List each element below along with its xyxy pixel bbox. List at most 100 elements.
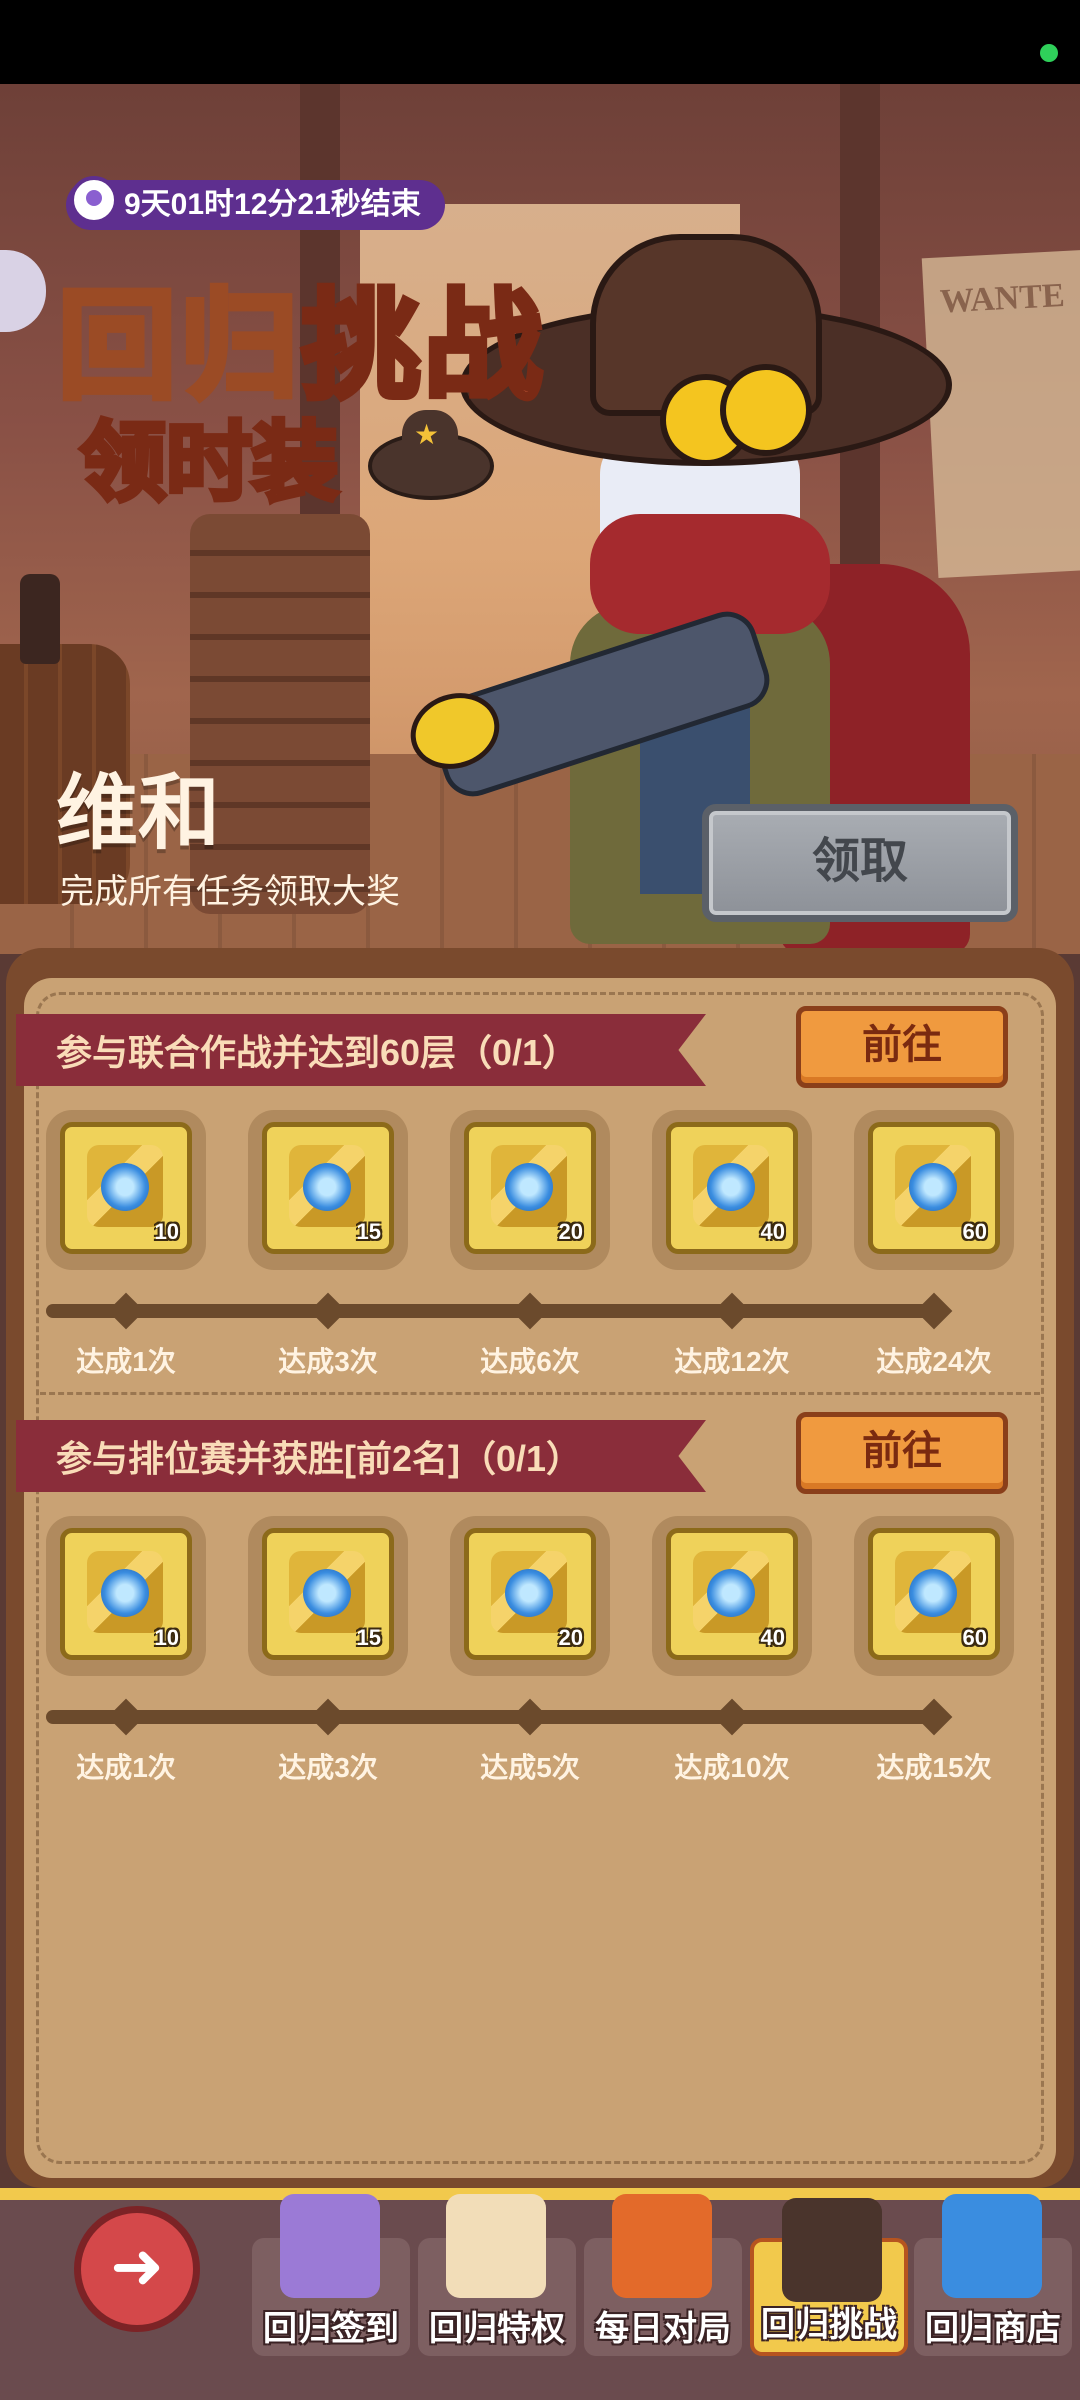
- reward-item: 10: [60, 1122, 192, 1254]
- reward-slot[interactable]: 20: [450, 1110, 610, 1270]
- task-card: 参与排位赛并获胜[前2名]（0/1） 前往 10 15 20 40 60 达成1…: [0, 1412, 1080, 1800]
- milestone-label: 达成3次: [278, 1752, 378, 1783]
- nav-item-label: 回归商店: [925, 2310, 1061, 2348]
- progress-node: [713, 1698, 751, 1736]
- progress-track: [46, 1710, 946, 1724]
- crystal-chest-icon: [289, 1551, 365, 1633]
- reward-quantity: 10: [154, 1219, 179, 1244]
- privilege-chest-icon: [446, 2194, 546, 2298]
- crystal-chest-icon: [693, 1551, 769, 1633]
- crystal-chest-icon: [491, 1145, 567, 1227]
- checkin-notebook-icon: [280, 2194, 380, 2298]
- progress-node: [915, 1292, 953, 1330]
- nav-item-daily-match[interactable]: 每日对局: [584, 2194, 742, 2356]
- progress-track: [46, 1304, 946, 1318]
- reward-slot[interactable]: 10: [46, 1516, 206, 1676]
- crystal-chest-icon: [87, 1551, 163, 1633]
- milestone-label: 达成1次: [76, 1346, 176, 1377]
- reward-item: 15: [262, 1122, 394, 1254]
- reward-quantity: 40: [760, 1625, 785, 1650]
- progress-node: [915, 1698, 953, 1736]
- task-title-banner: 参与排位赛并获胜[前2名]（0/1）: [16, 1420, 706, 1492]
- milestone-label: 达成1次: [76, 1752, 176, 1783]
- nav-item-privilege[interactable]: 回归特权: [418, 2194, 576, 2356]
- reward-slot[interactable]: 60: [854, 1516, 1014, 1676]
- nav-item-shop[interactable]: 回归商店: [914, 2194, 1072, 2356]
- nav-item-label: 每日对局: [595, 2310, 731, 2348]
- cowboy-hat-icon: [368, 410, 494, 500]
- reward-quantity: 15: [356, 1219, 381, 1244]
- crystal-chest-icon: [693, 1145, 769, 1227]
- event-subtitle: 领时装: [78, 413, 341, 514]
- bottle-illustration: [20, 574, 60, 664]
- back-arrow-icon: ➜: [110, 2230, 164, 2304]
- progress-node: [309, 1292, 347, 1330]
- reward-slot[interactable]: 15: [248, 1516, 408, 1676]
- milestone-label: 达成6次: [480, 1346, 580, 1377]
- milestone-label: 达成10次: [674, 1752, 790, 1783]
- reward-item: 60: [868, 1122, 1000, 1254]
- go-button[interactable]: 前往: [796, 1412, 1008, 1494]
- reward-quantity: 40: [760, 1219, 785, 1244]
- reward-quantity: 15: [356, 1625, 381, 1650]
- progress-node: [107, 1292, 145, 1330]
- nav-item-label: 回归挑战: [761, 2306, 897, 2344]
- cowboy-hat-icon: [782, 2198, 882, 2302]
- task-title-banner: 参与联合作战并达到60层（0/1）: [16, 1014, 706, 1086]
- crystal-chest-icon: [895, 1145, 971, 1227]
- reward-item: 40: [666, 1528, 798, 1660]
- reward-item: 40: [666, 1122, 798, 1254]
- crystal-chest-icon: [895, 1551, 971, 1633]
- reward-slot[interactable]: 40: [652, 1516, 812, 1676]
- hero-name: 维和: [56, 768, 221, 859]
- reward-slot[interactable]: 40: [652, 1110, 812, 1270]
- stopwatch-icon: [70, 176, 118, 224]
- status-bar: [0, 0, 1080, 84]
- progress-node: [309, 1698, 347, 1736]
- milestone-label: 达成15次: [876, 1752, 992, 1783]
- crystal-chest-icon: [491, 1551, 567, 1633]
- progress-node: [511, 1698, 549, 1736]
- claim-grand-prize-button[interactable]: 领取: [702, 804, 1018, 922]
- reward-quantity: 10: [154, 1625, 179, 1650]
- reward-slot[interactable]: 20: [450, 1516, 610, 1676]
- nav-item-checkin[interactable]: 回归签到: [252, 2194, 410, 2356]
- reward-item: 20: [464, 1122, 596, 1254]
- reward-item: 15: [262, 1528, 394, 1660]
- milestone-label: 达成12次: [674, 1346, 790, 1377]
- back-button[interactable]: ➜: [74, 2206, 200, 2332]
- nav-item-label: 回归特权: [429, 2310, 565, 2348]
- reward-quantity: 20: [558, 1219, 583, 1244]
- reward-quantity: 60: [962, 1219, 987, 1244]
- reward-slot[interactable]: 60: [854, 1110, 1014, 1270]
- milestone-label: 达成24次: [876, 1346, 992, 1377]
- reward-slot[interactable]: 15: [248, 1110, 408, 1270]
- milestone-label: 达成3次: [278, 1346, 378, 1377]
- progress-node: [107, 1698, 145, 1736]
- task-title: 参与排位赛并获胜[前2名]（0/1）: [56, 1438, 583, 1479]
- event-timer: 9天01时12分21秒结束: [66, 176, 445, 230]
- crystal-icon: [612, 2194, 712, 2298]
- milestone-label: 达成5次: [480, 1752, 580, 1783]
- task-title: 参与联合作战并达到60层（0/1）: [56, 1032, 579, 1073]
- goggle-lens: [720, 364, 812, 456]
- hero-description: 完成所有任务领取大奖: [60, 873, 400, 911]
- timer-text: 9天01时12分21秒结束: [124, 188, 421, 221]
- task-card: 参与联合作战并达到60层（0/1） 前往 10 15 20 40 60 达成1次…: [0, 1006, 1080, 1394]
- progress-node: [713, 1292, 751, 1330]
- reward-slot[interactable]: 10: [46, 1110, 206, 1270]
- reward-item: 10: [60, 1528, 192, 1660]
- progress-node: [511, 1292, 549, 1330]
- crystal-chest-icon: [87, 1145, 163, 1227]
- reward-item: 20: [464, 1528, 596, 1660]
- go-button[interactable]: 前往: [796, 1006, 1008, 1088]
- camera-indicator-dot: [1040, 44, 1058, 62]
- reward-quantity: 60: [962, 1625, 987, 1650]
- nav-item-label: 回归签到: [263, 2310, 399, 2348]
- crystal-chest-icon: [289, 1145, 365, 1227]
- reward-quantity: 20: [558, 1625, 583, 1650]
- shop-basket-icon: [942, 2194, 1042, 2298]
- reward-item: 60: [868, 1528, 1000, 1660]
- nav-item-challenge[interactable]: 回归挑战: [750, 2198, 908, 2356]
- event-title-part2: 挑战: [299, 278, 547, 416]
